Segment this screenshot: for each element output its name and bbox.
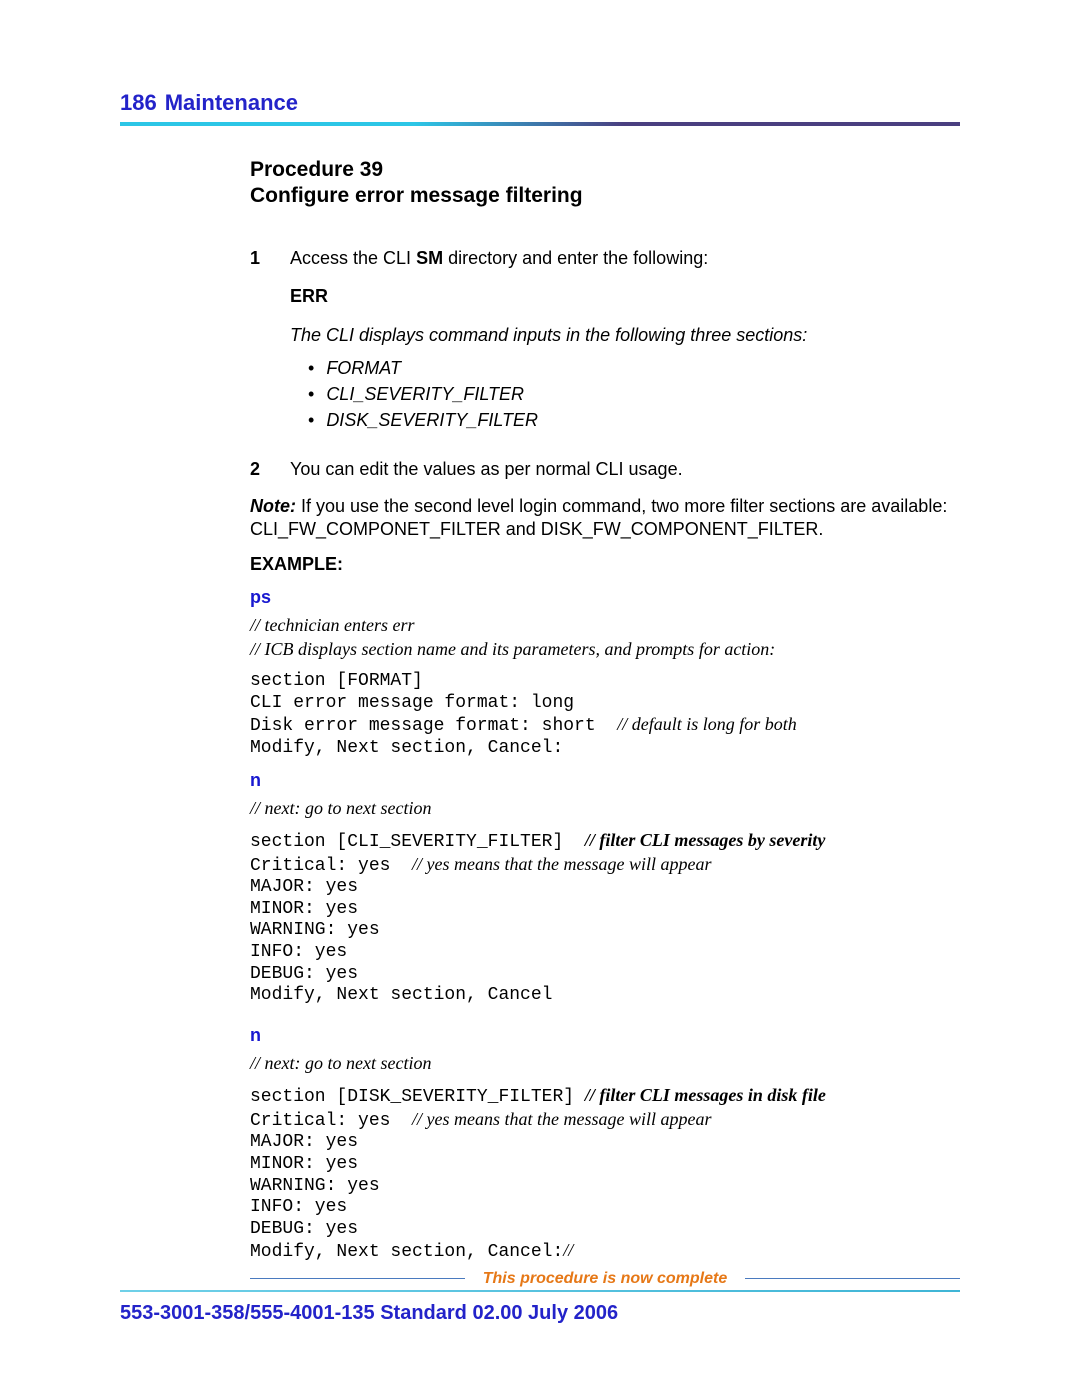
code-comment: // next: go to next section xyxy=(250,797,960,820)
step-number: 2 xyxy=(250,457,262,481)
document-page: 186 Maintenance Procedure 39 Configure e… xyxy=(0,0,1080,1397)
note-text: If you use the second level login comman… xyxy=(250,496,947,539)
code-line: WARNING: yes xyxy=(250,920,380,940)
code-line: Modify, Next section, Cancel: xyxy=(250,1242,563,1262)
code-block: section [DISK_SEVERITY_FILTER] // filter… xyxy=(250,1085,960,1264)
page-footer: 553-3001-358/555-4001-135 Standard 02.00… xyxy=(120,1290,960,1325)
bullet-item: DISK_SEVERITY_FILTER xyxy=(308,407,960,433)
code-comment: // next: go to next section xyxy=(250,1052,960,1075)
code-inline-comment: // filter CLI messages in disk file xyxy=(585,1085,826,1105)
note-label: Note: xyxy=(250,496,296,516)
footer-text: 553-3001-358/555-4001-135 Standard 02.00… xyxy=(120,1302,960,1325)
code-block: section [CLI_SEVERITY_FILTER] // filter … xyxy=(250,830,960,1007)
command-n: n xyxy=(250,1025,960,1046)
command-n: n xyxy=(250,770,960,791)
err-label: ERR xyxy=(290,284,960,308)
note-block: Note: If you use the second level login … xyxy=(250,495,960,540)
code-line: section [CLI_SEVERITY_FILTER] xyxy=(250,832,585,852)
step-number: 1 xyxy=(250,246,262,443)
procedure-title: Configure error message filtering xyxy=(250,184,960,208)
content-area: Procedure 39 Configure error message fil… xyxy=(120,126,960,1288)
procedure-label: Procedure 39 xyxy=(250,158,960,182)
code-line: WARNING: yes xyxy=(250,1176,380,1196)
code-block: section [FORMAT] CLI error message forma… xyxy=(250,671,960,759)
code-inline-comment: // yes means that the message will appea… xyxy=(412,854,711,874)
cli-intro: The CLI displays command inputs in the f… xyxy=(290,323,960,347)
page-number: 186 xyxy=(120,90,157,116)
code-line: INFO: yes xyxy=(250,942,347,962)
bullet-item: CLI_SEVERITY_FILTER xyxy=(308,381,960,407)
section-title: Maintenance xyxy=(165,90,298,116)
step-1: 1 Access the CLI SM directory and enter … xyxy=(250,246,960,443)
code-inline-comment: // default is long for both xyxy=(617,714,797,734)
bullet-item: FORMAT xyxy=(308,355,960,381)
separator-line xyxy=(250,1278,465,1279)
code-line: INFO: yes xyxy=(250,1197,347,1217)
code-comment: // ICB displays section name and its par… xyxy=(250,638,960,661)
spacer xyxy=(250,1075,960,1085)
code-line: DEBUG: yes xyxy=(250,1219,358,1239)
code-inline-comment: // yes means that the message will appea… xyxy=(412,1109,711,1129)
code-line: CLI error message format: long xyxy=(250,693,574,713)
code-line: Critical: yes xyxy=(250,856,412,876)
code-line: MINOR: yes xyxy=(250,899,358,919)
step-2: 2 You can edit the values as per normal … xyxy=(250,457,960,481)
step-body: Access the CLI SM directory and enter th… xyxy=(290,246,960,443)
spacer xyxy=(250,820,960,830)
code-line: section [DISK_SEVERITY_FILTER] xyxy=(250,1087,585,1107)
page-header: 186 Maintenance xyxy=(120,90,960,116)
step-body: You can edit the values as per normal CL… xyxy=(290,457,960,481)
separator-line xyxy=(745,1278,960,1279)
code-line: DEBUG: yes xyxy=(250,964,358,984)
code-line: MINOR: yes xyxy=(250,1154,358,1174)
code-line: Critical: yes xyxy=(250,1111,412,1131)
code-line: Disk error message format: short xyxy=(250,716,617,736)
spacer xyxy=(250,661,960,671)
completion-text: This procedure is now complete xyxy=(483,1270,728,1288)
example-label: EXAMPLE: xyxy=(250,554,960,575)
code-line: MAJOR: yes xyxy=(250,1132,358,1152)
code-inline-comment: // xyxy=(563,1240,573,1260)
step-text-suffix: directory and enter the following: xyxy=(443,248,708,268)
code-line: Modify, Next section, Cancel: xyxy=(250,738,563,758)
bullet-list: FORMAT CLI_SEVERITY_FILTER DISK_SEVERITY… xyxy=(308,355,960,433)
code-inline-comment: // filter CLI messages by severity xyxy=(585,830,825,850)
command-ps: ps xyxy=(250,587,960,608)
code-line: section [FORMAT] xyxy=(250,671,423,691)
footer-rule xyxy=(120,1290,960,1292)
code-comment: // technician enters err xyxy=(250,614,960,637)
code-line: MAJOR: yes xyxy=(250,877,358,897)
code-line: Modify, Next section, Cancel xyxy=(250,985,552,1005)
completion-separator: This procedure is now complete xyxy=(250,1270,960,1288)
step-text-bold: SM xyxy=(416,248,443,268)
step-text-prefix: Access the CLI xyxy=(290,248,416,268)
